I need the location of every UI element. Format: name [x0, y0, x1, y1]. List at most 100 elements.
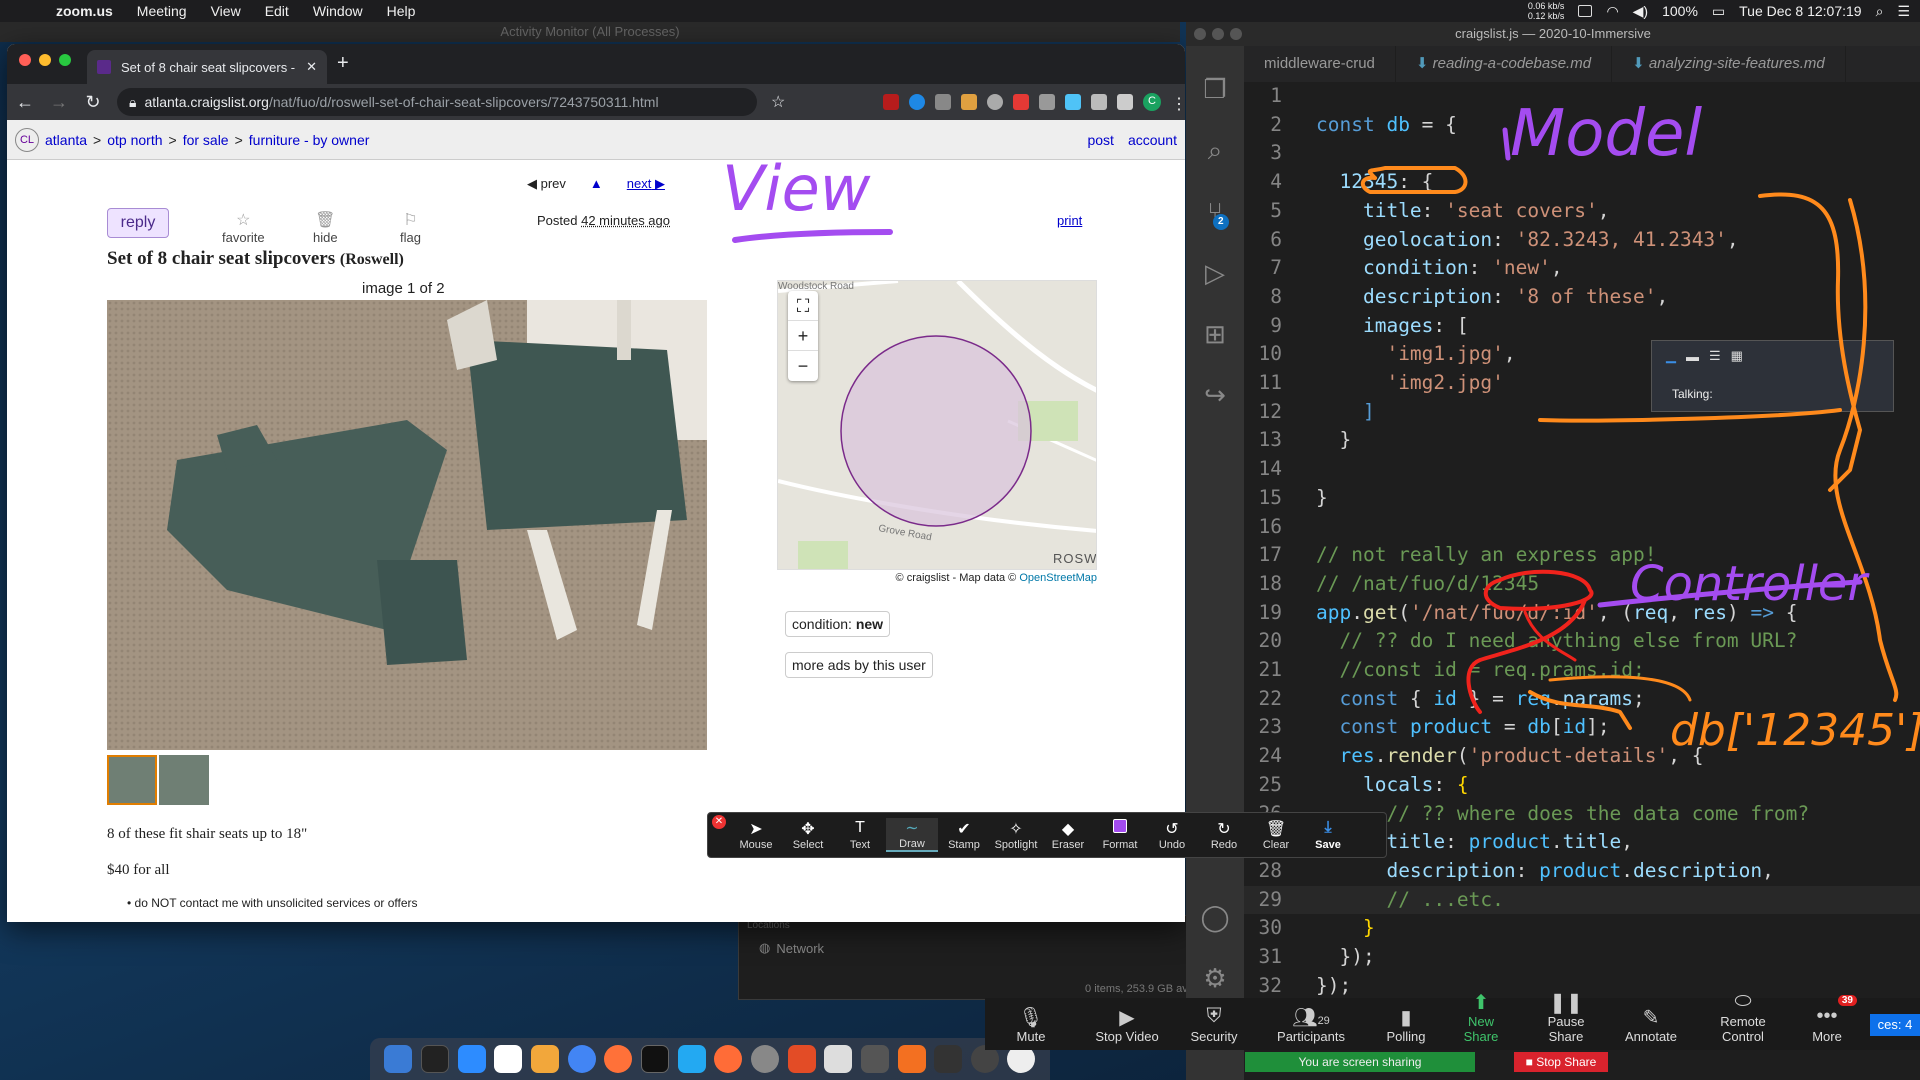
reply-button[interactable]: reply — [107, 208, 169, 238]
dock-vscode-icon[interactable] — [677, 1045, 706, 1073]
breadcrumb-atlanta[interactable]: atlanta — [45, 132, 87, 148]
wifi-icon[interactable]: ◠ — [1606, 3, 1618, 20]
annotate-button[interactable]: ✎ Annotate — [1611, 1005, 1691, 1050]
stop-share-button[interactable]: ■ Stop Share — [1514, 1052, 1608, 1072]
menu-view[interactable]: View — [199, 3, 253, 19]
control-center-icon[interactable]: ☰ — [1897, 3, 1910, 20]
code-line[interactable]: 13 } — [1244, 426, 1920, 455]
tool-save[interactable]: ⤓ Save — [1302, 819, 1354, 851]
dock-finder-icon[interactable] — [384, 1045, 413, 1073]
breadcrumb-for-sale[interactable]: for sale — [183, 132, 229, 148]
back-arrow-icon[interactable]: ← — [15, 92, 35, 113]
view-grid-icon[interactable]: ▦ — [1731, 348, 1743, 364]
extension-box-icon[interactable] — [1091, 94, 1107, 110]
tool-spotlight[interactable]: ✧ Spotlight — [990, 819, 1042, 851]
network-item[interactable]: ◍ Network — [759, 940, 824, 956]
thumbnail-1[interactable] — [107, 755, 157, 805]
extension-gear-icon[interactable] — [935, 94, 951, 110]
code-line[interactable]: 14 — [1244, 455, 1920, 484]
tool-eraser[interactable]: ◆ Eraser — [1042, 819, 1094, 851]
breadcrumb-otp-north[interactable]: otp north — [107, 132, 162, 148]
fullscreen-icon[interactable]: ⛶ — [788, 291, 818, 321]
search-icon[interactable]: ⌕ — [1208, 135, 1223, 167]
menubar-clock[interactable]: Tue Dec 8 12:07:19 — [1739, 3, 1861, 19]
code-line[interactable]: 25 locals: { — [1244, 771, 1920, 800]
flag-button[interactable]: ⚐ flag — [400, 210, 421, 245]
dock-app-orange-icon[interactable] — [530, 1045, 559, 1073]
code-line[interactable]: 21 //const id = req.prams.id; — [1244, 656, 1920, 685]
close-annotate-icon[interactable]: ✕ — [712, 815, 726, 829]
security-button[interactable]: ⛨ Security — [1177, 1005, 1251, 1050]
explorer-icon[interactable]: ❐ — [1203, 74, 1226, 105]
account-icon[interactable]: ◯ — [1200, 902, 1229, 933]
code-line[interactable]: 17 // not really an express app! — [1244, 541, 1920, 570]
menu-window[interactable]: Window — [301, 3, 375, 19]
dock-app-dark-icon[interactable] — [860, 1045, 889, 1073]
favorite-button[interactable]: ☆ favorite — [222, 210, 265, 245]
extension-circle-icon[interactable] — [987, 94, 1003, 110]
craigslist-logo[interactable]: CL — [15, 127, 39, 152]
dock-postman-icon[interactable] — [714, 1045, 743, 1073]
print-link[interactable]: print — [1057, 213, 1082, 228]
dock-system-prefs-icon[interactable] — [750, 1045, 779, 1073]
reload-icon[interactable]: ↻ — [83, 92, 103, 113]
dock-slack-icon[interactable] — [494, 1045, 523, 1073]
tool-clear[interactable]: 🗑︎ Clear — [1250, 819, 1302, 851]
close-tab-icon[interactable]: ✕ — [306, 59, 317, 75]
side-panel-badge[interactable]: ces: 4 — [1870, 1014, 1920, 1036]
extension-image-icon[interactable] — [1065, 94, 1081, 110]
tool-mouse[interactable]: ➤ Mouse — [730, 819, 782, 851]
zoom-out-button[interactable]: − — [788, 351, 818, 381]
account-link[interactable]: account — [1128, 132, 1177, 148]
code-line[interactable]: 20 // ?? do I need anything else from UR… — [1244, 627, 1920, 656]
dock-sourcetree-icon[interactable] — [897, 1045, 926, 1073]
vscode-close[interactable] — [1194, 28, 1206, 40]
code-line[interactable]: 23 const product = db[id]; — [1244, 713, 1920, 742]
osm-link[interactable]: OpenStreetMap — [1019, 572, 1097, 584]
minimize-icon[interactable]: ▁ — [1666, 348, 1676, 364]
up-arrow-icon[interactable]: ▲ — [590, 176, 603, 192]
more-button[interactable]: ••• 39 More — [1795, 995, 1859, 1050]
location-map[interactable]: Woodstock Road Grove Road ROSW ⛶ + − — [777, 280, 1097, 570]
code-line[interactable]: 15} — [1244, 484, 1920, 513]
extensions-icon[interactable]: ⊞ — [1204, 319, 1226, 350]
more-ads-button[interactable]: more ads by this user — [785, 652, 933, 678]
source-control-icon[interactable]: ⑂ 2 — [1207, 197, 1229, 230]
tool-format[interactable]: Format — [1094, 819, 1146, 851]
code-line[interactable]: 1 — [1244, 82, 1920, 111]
close-window-button[interactable] — [19, 54, 31, 66]
code-line[interactable]: 18 // /nat/fuo/d/12345 — [1244, 570, 1920, 599]
remote-control-button[interactable]: ⬭ Remote Control — [1691, 990, 1795, 1050]
dock-firefox-icon[interactable] — [604, 1045, 633, 1073]
code-line[interactable]: 2 const db = { — [1244, 111, 1920, 140]
forward-arrow-icon[interactable]: → — [49, 92, 69, 113]
code-line[interactable]: 24 res. render('product-details', { — [1244, 742, 1920, 771]
code-line[interactable]: 7 condition: 'new', — [1244, 254, 1920, 283]
code-line[interactable]: 29 // ...etc. — [1244, 885, 1920, 915]
code-line[interactable]: 16 — [1244, 513, 1920, 542]
settings-gear-icon[interactable]: ⚙ — [1203, 963, 1226, 994]
battery-percent[interactable]: 100% — [1662, 3, 1698, 19]
post-link[interactable]: post — [1087, 132, 1113, 148]
tab-middleware-crud[interactable]: middleware-crud — [1244, 46, 1396, 82]
minimize-window-button[interactable] — [39, 54, 51, 66]
tool-stamp[interactable]: ✔ Stamp — [938, 819, 990, 851]
browser-tab[interactable]: Set of 8 chair seat slipcovers - ✕ — [87, 50, 327, 84]
dock-activity-monitor-icon[interactable] — [420, 1045, 449, 1073]
code-line[interactable]: 30 } — [1244, 914, 1920, 943]
pause-share-button[interactable]: ❚❚ Pause Share — [1521, 990, 1611, 1050]
profile-avatar[interactable]: C — [1143, 93, 1161, 111]
new-share-button[interactable]: ⬆ New Share — [1441, 990, 1521, 1050]
code-line[interactable]: 22 const { id } = req. params; — [1244, 685, 1920, 714]
tool-undo[interactable]: ↺ Undo — [1146, 819, 1198, 851]
hide-button[interactable]: 🗑︎ hide — [313, 210, 338, 245]
participants-button[interactable]: 👥︎29 Participants — [1251, 1005, 1371, 1050]
menu-dots-icon[interactable]: ⋮ — [1171, 94, 1185, 113]
code-line[interactable]: 6 geolocation: '82.3243, 41.2343', — [1244, 226, 1920, 255]
tool-draw[interactable]: ∼ Draw — [886, 818, 938, 852]
dock-terminal-icon[interactable] — [640, 1045, 669, 1073]
run-debug-icon[interactable]: ▷ — [1205, 258, 1225, 289]
code-line[interactable]: 28 description: product. description, — [1244, 857, 1920, 886]
live-share-icon[interactable]: ↪ — [1204, 380, 1226, 411]
tool-redo[interactable]: ↻ Redo — [1198, 819, 1250, 851]
